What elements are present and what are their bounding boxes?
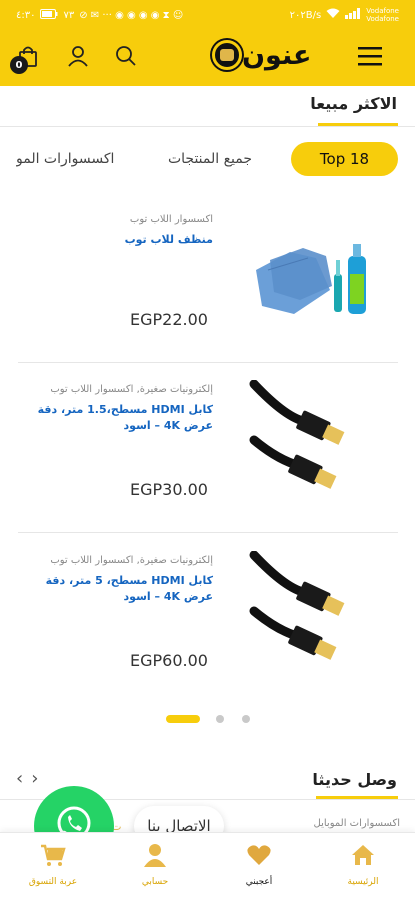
battery-icon	[40, 8, 58, 22]
product-price: EGP30.00	[130, 480, 208, 499]
notification-icons: ⊘ ✉ ··· ◉ ◉ ◉ ◉ ⧗ ☺	[79, 9, 184, 21]
pagination-dot-active[interactable]	[166, 715, 200, 723]
search-button[interactable]	[108, 40, 144, 76]
product-card[interactable]: اكسسوار اللاب توب منظف للاب توب EGP22.00	[18, 200, 398, 360]
cart-icon	[40, 843, 66, 871]
laptop-cleaner-image	[256, 244, 366, 314]
battery-level: ٧٣	[63, 9, 75, 21]
product-divider	[18, 532, 398, 533]
nav-cart[interactable]: عربة التسوق	[8, 843, 98, 887]
tab-all-products[interactable]: جميع المنتجات	[160, 142, 260, 176]
status-bar-left: ٤:٣٠ ٧٣ ⊘ ✉ ··· ◉ ◉ ◉ ◉ ⧗ ☺	[16, 8, 184, 22]
product-name-link[interactable]: كابل HDMI مسطح، 5 متر، دقة عرض 4K – اسود	[23, 573, 213, 605]
pagination-dot[interactable]	[242, 715, 250, 723]
store-logo[interactable]: عنون	[212, 38, 318, 72]
tab-accessories[interactable]: اكسسوارات المو	[16, 142, 116, 176]
product-category: إلكترونيات صغيرة, اكسسوار اللاب توب	[50, 555, 213, 566]
product-price: EGP22.00	[130, 310, 208, 329]
status-time: ٤:٣٠	[16, 9, 36, 21]
nav-home[interactable]: الرئيسية	[318, 843, 408, 887]
product-image[interactable]	[248, 550, 368, 671]
wifi-icon	[326, 8, 340, 22]
network-speed: ٢٠٢B/s	[289, 9, 322, 21]
signal-icon	[345, 8, 361, 22]
hamburger-menu-icon	[358, 46, 382, 70]
user-icon	[142, 843, 168, 871]
nav-favorites-label: أعجبني	[245, 877, 273, 887]
cart-count-badge: 0	[10, 56, 28, 74]
product-image[interactable]	[248, 230, 368, 350]
logo-mark-icon	[212, 40, 242, 70]
heart-icon	[246, 843, 272, 871]
nav-account-label: حسابي	[141, 877, 169, 887]
product-tabs: Top 18 جميع المنتجات اكسسوارات المو	[0, 140, 415, 178]
hdmi-cable-image	[249, 379, 345, 489]
logo-text: عنون	[242, 39, 312, 71]
nav-home-label: الرئيسية	[347, 877, 379, 887]
product-category: إلكترونيات صغيرة, اكسسوار اللاب توب	[50, 384, 213, 395]
best-sellers-title: الاكثر مبيعا	[310, 94, 397, 113]
hdmi-cable-image	[249, 550, 345, 660]
carousel-pagination	[0, 714, 415, 724]
tab-top-18[interactable]: Top 18	[291, 142, 398, 176]
nav-account[interactable]: حسابي	[110, 843, 200, 887]
product-name-link[interactable]: كابل HDMI مسطح،1.5 متر، دقة عرض 4K – اسو…	[23, 402, 213, 434]
product-card[interactable]: إلكترونيات صغيرة, اكسسوار اللاب توب كابل…	[18, 370, 398, 530]
product-image[interactable]	[248, 379, 368, 500]
product-price: EGP60.00	[130, 651, 208, 670]
account-button[interactable]	[60, 40, 96, 76]
nav-cart-label: عربة التسوق	[28, 877, 78, 887]
product-card[interactable]: إلكترونيات صغيرة, اكسسوار اللاب توب كابل…	[18, 541, 398, 701]
carrier-names: Vodafone Vodafone	[366, 7, 399, 23]
carrier-2: Vodafone	[366, 15, 399, 23]
new-arrival-peek-category: اكسسوارات الموبايل	[290, 818, 400, 829]
product-name-link[interactable]: منظف للاب توب	[23, 232, 213, 248]
carousel-arrows: ‹ ›	[16, 768, 38, 789]
new-arrivals-title: وصل حديثا	[312, 770, 397, 789]
search-icon	[115, 45, 137, 71]
home-icon	[350, 843, 376, 871]
status-bar: ٤:٣٠ ٧٣ ⊘ ✉ ··· ◉ ◉ ◉ ◉ ⧗ ☺ ٢٠٢B/s Vodaf…	[0, 0, 415, 30]
user-icon	[67, 45, 89, 71]
carrier-1: Vodafone	[366, 7, 399, 15]
product-divider	[18, 362, 398, 363]
section-divider	[0, 126, 415, 127]
pagination-dot[interactable]	[216, 715, 224, 723]
app-root: ٤:٣٠ ٧٣ ⊘ ✉ ··· ◉ ◉ ◉ ◉ ⧗ ☺ ٢٠٢B/s Vodaf…	[0, 0, 415, 900]
menu-button[interactable]	[352, 40, 388, 76]
nav-favorites[interactable]: أعجبني	[214, 843, 304, 887]
status-bar-right: ٢٠٢B/s Vodafone Vodafone	[290, 7, 399, 23]
chevron-left-icon[interactable]: ‹	[16, 768, 23, 789]
bottom-navigation: الرئيسية أعجبني حسابي عربة التسوق	[0, 832, 415, 900]
chevron-right-icon[interactable]: ›	[31, 768, 38, 789]
product-category: اكسسوار اللاب توب	[129, 214, 213, 225]
